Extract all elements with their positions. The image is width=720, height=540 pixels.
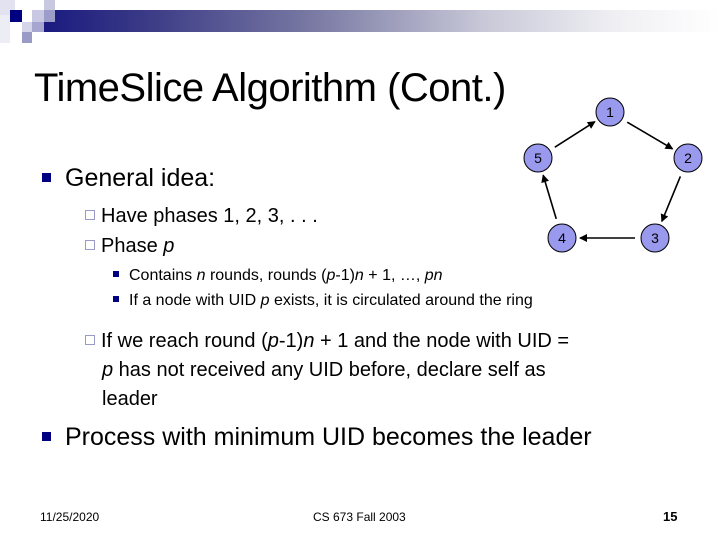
text-part-italic: n [354,267,364,284]
slide-number: 15 [663,509,678,524]
decor-square [10,10,22,22]
bullet-minimum-uid: Process with minimum UID becomes the lea… [42,423,592,452]
text-part: rounds, rounds ( [205,267,327,284]
decor-square [32,10,44,22]
text-part: -1) [335,267,355,284]
footer-date: 11/25/2020 [40,510,100,524]
text-part: Contains [129,267,197,284]
text-part: has not received any UID before, declare… [113,359,546,381]
text-part-italic: p [267,330,279,352]
node-label: 1 [606,104,614,120]
sub-bullet-phases: Have phases 1, 2, 3, . . . [85,205,318,228]
bullet-text: Have phases 1, 2, 3, . . . [101,205,318,227]
decor-square [22,32,32,43]
hollow-square-icon [85,239,95,250]
slide-title: TimeSlice Algorithm (Cont.) [34,66,506,110]
decor-square [32,22,44,32]
ring-node-3: 3 [640,223,670,253]
ring-node-1: 1 [595,97,625,127]
text-part-italic: n [196,267,206,284]
bullet-text-italic: p [163,235,175,257]
hollow-square-icon [85,334,95,345]
ring-node-2: 2 [673,143,703,173]
node-label: 2 [684,150,692,166]
decor-square [44,10,55,22]
bullet-square-icon [113,295,119,302]
bullet-text: Process with minimum UID becomes the lea… [65,423,592,451]
bullet-text: General idea: [65,164,216,192]
decor-square [22,0,37,10]
header-decoration [0,0,720,45]
ring-node-4: 4 [547,223,577,253]
sub-bullet-reach-round: If we reach round (p-1)n + 1 and the nod… [85,327,569,414]
footer-course: CS 673 Fall 2003 [313,510,406,524]
text-part: + 1, …, [363,267,425,284]
text-part: leader [102,388,158,410]
ring-diagram: 1 2 3 4 5 [523,97,703,253]
node-label: 5 [534,150,542,166]
text-part-italic: n [303,330,315,352]
line-1: If we reach round (p-1)n + 1 and the nod… [85,327,569,356]
ring-edge-1-2 [626,121,674,150]
text-part-italic: pn [424,267,443,284]
sub-bullet-phase-p: Phase p [85,235,174,258]
bullet-text: Phase [101,235,164,257]
decor-square [44,0,55,10]
line-2: p has not received any UID before, decla… [85,356,569,385]
text-part: If we reach round ( [101,330,268,352]
text-part: -1) [278,330,304,352]
text-part: If a node with UID [129,292,261,309]
decor-square [0,15,10,43]
hollow-square-icon [85,209,95,220]
ring-edge-5-1 [554,121,596,148]
decor-square [22,22,32,32]
header-gradient-bar [44,10,720,32]
bullet-general-idea: General idea: [42,164,215,193]
node-label: 4 [558,230,566,246]
node-label: 3 [651,230,659,246]
text-part: + 1 and the node with UID = [314,330,570,352]
sub-sub-bullet-contains: Contains n rounds, rounds (p-1)n + 1, …,… [113,267,443,285]
sub-sub-bullet-circulated: If a node with UID p exists, it is circu… [113,292,533,310]
text-part: exists, it is circulated around the ring [269,292,533,309]
text-part-italic: p [260,292,270,309]
ring-node-5: 5 [523,143,553,173]
text-part-italic: p [102,359,114,381]
bullet-square-icon [42,172,51,182]
line-3: leader [85,385,569,414]
bullet-square-icon [113,270,119,277]
ring-edge-4-5 [541,174,558,220]
bullet-square-icon [42,431,51,441]
ring-edge-2-3 [660,176,682,223]
